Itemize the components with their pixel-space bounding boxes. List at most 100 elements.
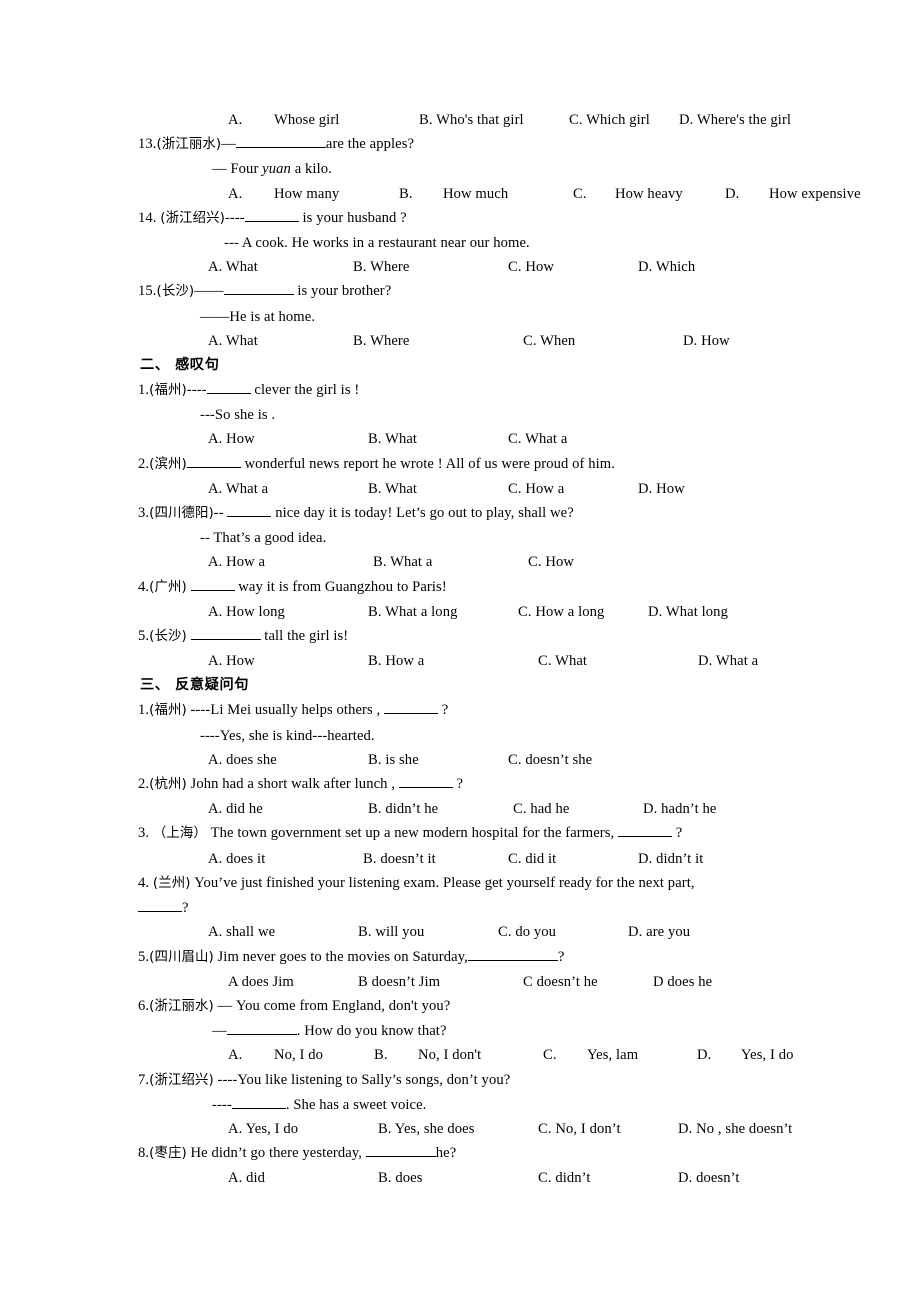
s3q6-answer-pre: — (212, 1023, 227, 1040)
s3q3-options-row: A. does it B. doesn’t it C. did it D. didn’… (138, 847, 784, 871)
s2q1-stem-pre: ---- (186, 382, 207, 399)
s3q7-answer-blank[interactable] (231, 1107, 286, 1109)
s2q4-option-b: B. What a long (368, 603, 458, 620)
s3q6-source: (浙江丽水) (149, 998, 214, 1014)
s2q3-answer-blank[interactable] (227, 516, 272, 518)
s2q2-option-a: A. What a (208, 480, 269, 497)
q13-source: (浙江丽水) (156, 137, 222, 153)
s3q6-option-c: Yes, lam (587, 1047, 639, 1064)
q15-stem-dash: —— (194, 283, 224, 300)
s3q2-answer-blank[interactable] (398, 787, 453, 789)
s2q1-stem-post: clever the girl is ! (250, 382, 360, 399)
q12-option-b: B. Who's that girl (419, 112, 524, 128)
s2q1-option-c: C. What a (508, 431, 568, 448)
s3q7-options-row: A. Yes, I do B. Yes, she does C. No, I don… (138, 1117, 792, 1141)
s3q7-number: 7. (138, 1071, 150, 1088)
question-15-stem: 15.(长沙)—— is your brother? (138, 279, 784, 304)
s3q1-option-b: B. is she (368, 751, 419, 768)
s3q6-option-b: No, I don't (418, 1047, 482, 1064)
s2q3-options-row: A. How a B. What a C. How (138, 550, 784, 574)
s2q3-source: (四川德阳) (149, 506, 214, 522)
s2q2-source: (滨州) (149, 456, 187, 472)
s2-question-3-answer: -- That’s a good idea. (200, 530, 327, 547)
section-three-heading: 三、 反意疑问句 (140, 677, 250, 694)
s3q2-stem-post: ? (452, 776, 464, 793)
s3q5-answer-blank[interactable] (467, 959, 558, 961)
s3q1-option-c: C. doesn’t she (508, 751, 593, 768)
s3q3-answer-blank[interactable] (618, 836, 673, 838)
q13-option-d-label: D. (725, 185, 740, 202)
s3q3-source: （上海） (152, 826, 207, 842)
q12-option-a: Whose girl (274, 112, 340, 128)
s2q2-option-b: B. What (368, 480, 418, 497)
s3q8-answer-blank[interactable] (365, 1156, 436, 1158)
section-two-heading: 二、 感叹句 (140, 357, 220, 374)
s3q6-answer-post: . How do you know that? (296, 1023, 447, 1040)
s2q1-answer-blank[interactable] (206, 393, 251, 395)
s2q5-stem-post: tall the girl is! (260, 628, 349, 645)
q15-stem-post: is your brother? (293, 283, 392, 300)
s2q5-option-b: B. How a (368, 653, 425, 670)
s2q3-option-b: B. What a (373, 554, 433, 571)
s3q5-options-row: A does Jim B doesn’t Jim C doesn’t he D doe… (138, 970, 784, 994)
s3q2-stem-pre: John had a short walk after lunch , (186, 776, 399, 793)
q13-answer-blank[interactable] (235, 147, 326, 149)
s3q1-answer-blank[interactable] (384, 713, 439, 715)
s3-question-1-stem: 1.(福州) ----Li Mei usually helps others ,… (138, 698, 784, 723)
s2q4-stem-post: way it is from Guangzhou to Paris! (234, 578, 447, 595)
s3q7-answer-pre: ---- (212, 1096, 232, 1113)
q13-option-a-label: A. (228, 185, 243, 202)
s3q6-number: 6. (138, 997, 150, 1014)
s3q8-stem-post: he? (435, 1145, 457, 1162)
s2q5-option-c: C. What (538, 653, 588, 670)
s3q6-option-a: No, I do (274, 1047, 324, 1064)
s3q6-stem-pre: — You come from England, don't you? (213, 997, 451, 1014)
s3q1-stem-post: ? (438, 702, 449, 719)
q12-option-a-label: A. (228, 112, 243, 128)
q14-stem-post: is your husband ? (298, 209, 407, 226)
s3q2-option-d: D. hadn’t he (643, 801, 717, 818)
worksheet-content: A. Whose girl B. Who's that girl C. Which g… (138, 108, 861, 1191)
s3q6-option-a-label: A. (228, 1047, 243, 1064)
s3-question-5-stem: 5.(四川眉山) Jim never goes to the movies on… (138, 945, 784, 970)
s3q6-answer-blank[interactable] (226, 1034, 297, 1036)
s3q5-option-c: C doesn’t he (523, 973, 598, 990)
s3q3-number: 3. (138, 825, 150, 842)
q14-answer-blank[interactable] (244, 220, 299, 222)
q15-answer-blank[interactable] (223, 294, 294, 296)
s2-question-5-stem: 5.(长沙) tall the girl is! (138, 624, 784, 649)
s3q7-source: (浙江绍兴) (149, 1072, 214, 1088)
s2q1-options-row: A. How B. What C. What a (138, 427, 784, 451)
s3q1-options-row: A. does she B. is she C. doesn’t she (138, 748, 784, 772)
s2q5-answer-blank[interactable] (190, 639, 261, 641)
question-14-answer: --- A cook. He works in a restaurant nea… (224, 235, 530, 252)
q14-option-d: D. Which (638, 259, 696, 276)
s2q2-answer-blank[interactable] (186, 466, 241, 468)
q14-stem-pre: ---- (224, 209, 245, 226)
s2q4-source: (广州) (149, 579, 187, 595)
s3q7-option-b: B. Yes, she does (378, 1120, 475, 1137)
s2q4-number: 4. (138, 578, 150, 595)
s2q4-option-a: A. How long (208, 603, 285, 620)
s2-question-1-stem: 1.(福州)---- clever the girl is ! (138, 378, 784, 403)
s3q2-option-b: B. didn’t he (368, 801, 439, 818)
s3q8-stem-pre: He didn’t go there yesterday, (186, 1145, 366, 1162)
s2q1-option-b: B. What (368, 431, 418, 448)
s3q5-option-b: B doesn’t Jim (358, 973, 441, 990)
q13-stem-post: are the apples? (325, 136, 415, 153)
s3q4-answer-blank[interactable] (138, 911, 182, 913)
s2q2-option-c: C. How a (508, 480, 565, 497)
s3-question-1-answer: ----Yes, she is kind---hearted. (200, 727, 375, 744)
s3q6-option-d-label: D. (697, 1047, 712, 1064)
s3-question-8-stem: 8.(枣庄) He didn’t go there yesterday, he? (138, 1141, 784, 1166)
s3q2-source: (杭州) (149, 777, 187, 793)
q14-option-a: A. What (208, 259, 258, 276)
q13-stem-pre: — (221, 136, 236, 153)
s2q4-answer-blank[interactable] (190, 589, 235, 591)
s3q3-option-b: B. doesn’t it (363, 850, 436, 867)
s3q2-option-c: C. had he (513, 801, 570, 818)
s3-question-7-stem: 7.(浙江绍兴) ----You like listening to Sally… (138, 1068, 784, 1093)
q15-option-a: A. What (208, 332, 258, 349)
s3q3-stem-pre: The town government set up a new modern … (206, 825, 619, 842)
q13-option-c: How heavy (615, 185, 683, 202)
